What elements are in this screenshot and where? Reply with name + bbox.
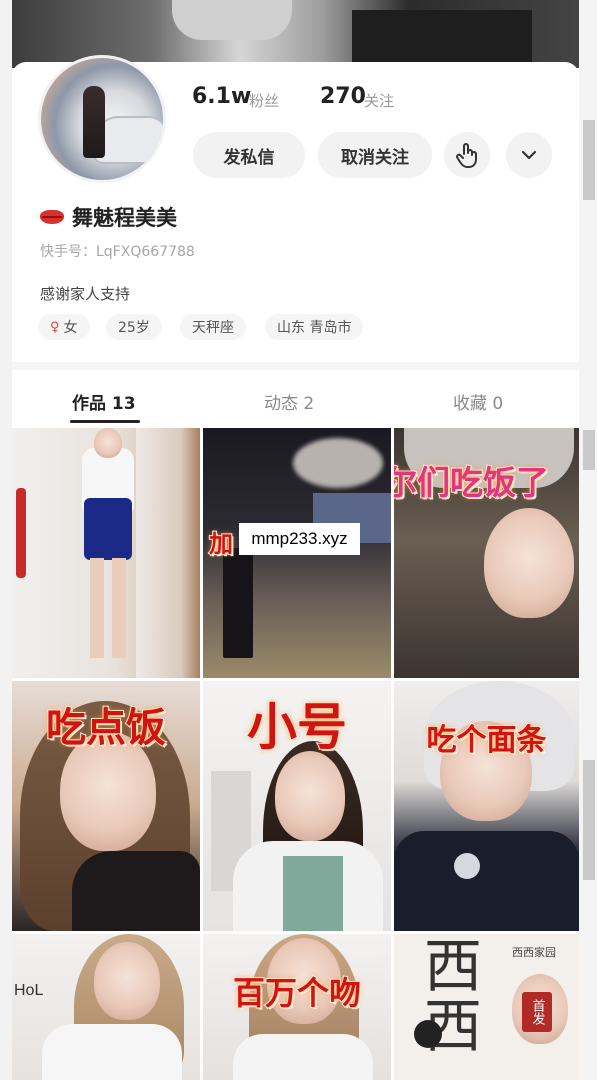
tab-moments[interactable]: 动态 2 [264, 389, 314, 414]
profile-bio: 感谢家人支持 [40, 285, 131, 303]
video-caption-2: 加 [208, 529, 234, 559]
tag-age-label: 25岁 [118, 320, 150, 336]
section-divider [12, 362, 579, 370]
first-release-badge: 首发 [522, 992, 552, 1032]
active-tab-indicator [70, 420, 140, 423]
female-icon: ♀ [50, 319, 60, 335]
video-caption-6: 吃个面条 [426, 722, 548, 759]
video-thumbnail-3[interactable]: 尔们吃饭了 [394, 428, 579, 678]
video-thumbnail-6[interactable]: 吃个面条 [394, 681, 579, 931]
avatar[interactable] [38, 55, 166, 183]
hand-pointer-icon [456, 143, 477, 168]
video-caption-5: 小号 [246, 697, 348, 757]
tag-location: 山东 青岛市 [265, 314, 364, 340]
video-caption-3: 尔们吃饭了 [394, 462, 550, 503]
tag-gender-label: 女 [63, 320, 78, 336]
video-thumbnail-9[interactable]: 西西 西西家园 首发 [394, 934, 579, 1080]
more-button[interactable] [506, 132, 552, 178]
video-sublabel-9: 西西家园 [512, 946, 556, 959]
tab-works[interactable]: 作品 13 [72, 389, 136, 414]
message-button[interactable]: 发私信 [193, 132, 305, 178]
right-margin [579, 0, 597, 1080]
tag-age: 25岁 [106, 314, 162, 340]
profile-name-text: 舞魅程美美 [72, 206, 177, 230]
lips-icon [40, 210, 64, 224]
video-caption-8: 百万个吻 [232, 973, 362, 1013]
watermark: mmp233.xyz [239, 523, 360, 555]
video-thumbnail-4[interactable]: 吃点饭 [12, 681, 200, 931]
following-count[interactable]: 270 [320, 84, 366, 109]
video-thumbnail-5[interactable]: 小号 [203, 681, 391, 931]
tag-zodiac: 天秤座 [180, 314, 246, 340]
followers-count[interactable]: 6.1w [192, 84, 251, 109]
unfollow-button[interactable]: 取消关注 [318, 132, 432, 178]
user-id[interactable]: 快手号：LqFXQ667788 [40, 241, 195, 261]
left-margin [0, 0, 12, 1080]
following-label: 关注 [364, 92, 395, 110]
tag-gender: ♀ 女 [38, 314, 90, 340]
touch-button[interactable] [444, 132, 490, 178]
video-thumbnail-1[interactable] [12, 428, 200, 678]
tag-zodiac-label: 天秤座 [192, 320, 234, 336]
video-caption-4: 吃点饭 [45, 704, 167, 752]
profile-name: 舞魅程美美 [40, 202, 177, 232]
video-thumbnail-8[interactable]: 百万个吻 [203, 934, 391, 1080]
tab-favorites[interactable]: 收藏 0 [453, 389, 503, 414]
chevron-down-icon [521, 150, 537, 160]
tag-location-label: 山东 青岛市 [277, 320, 352, 336]
video-thumbnail-7[interactable]: HoL [12, 934, 200, 1080]
followers-label: 粉丝 [249, 92, 280, 110]
